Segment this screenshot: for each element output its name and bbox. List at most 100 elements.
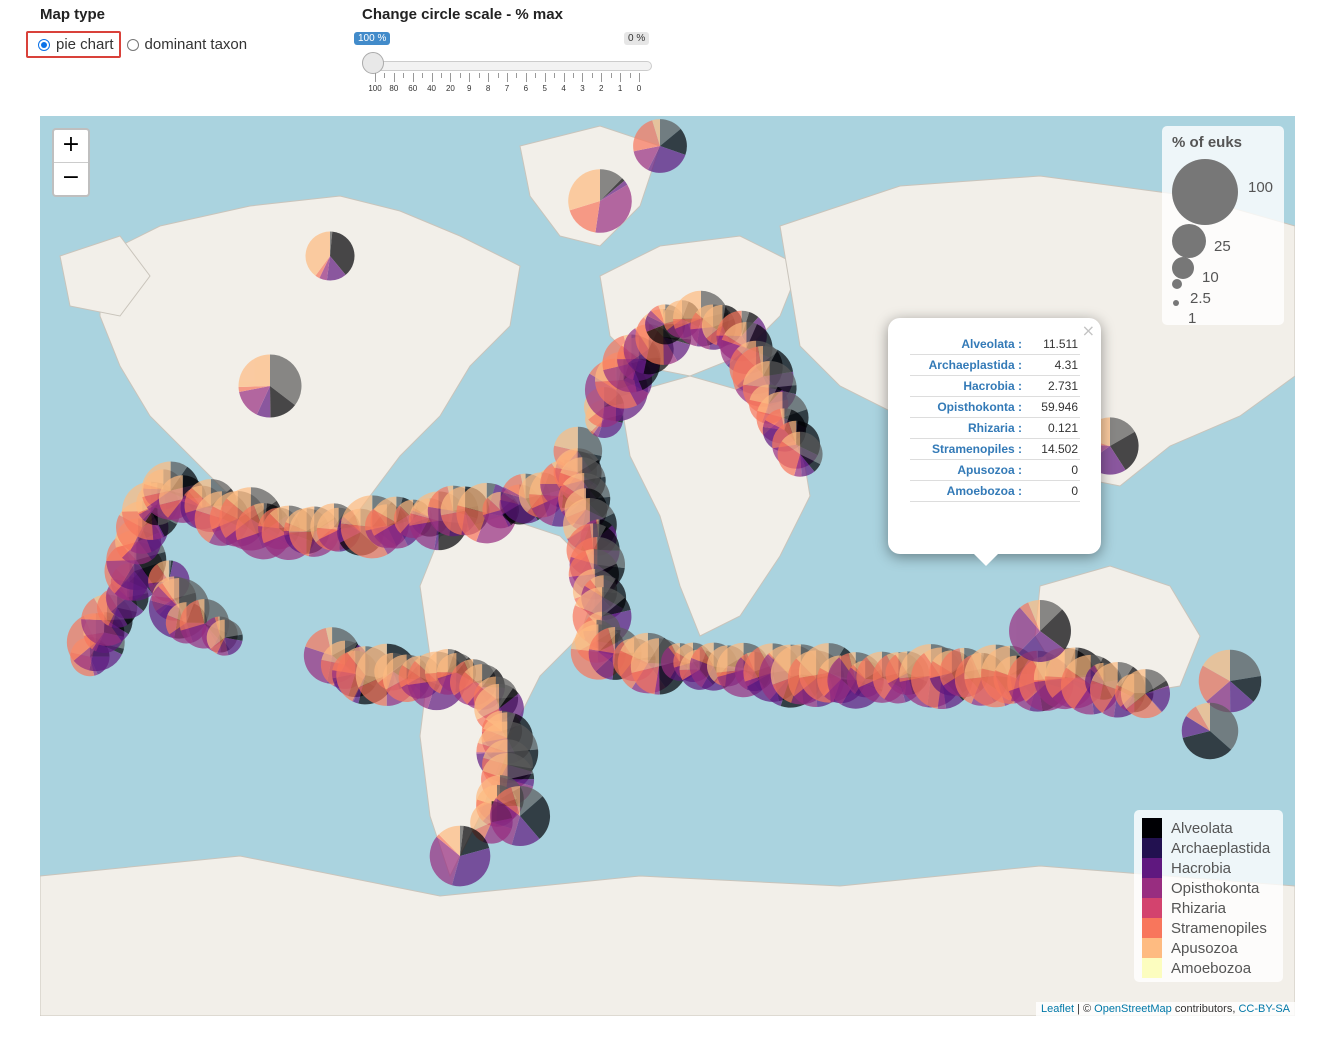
popup-row: Rhizaria :0.121 [910, 417, 1080, 439]
popup-table: Alveolata :11.511 Archaeplastida :4.31 H… [910, 334, 1080, 502]
legend-item: Stramenopiles [1142, 918, 1267, 938]
slider-tick-label: 5 [542, 84, 547, 93]
slider-tick-label: 8 [485, 84, 491, 93]
sample-pie-marker[interactable] [238, 354, 302, 418]
radio-dominant-taxon[interactable]: dominant taxon [126, 36, 248, 53]
map-canvas[interactable] [40, 116, 1295, 1016]
radio-pie-chart[interactable]: pie chart [26, 31, 121, 58]
slider-tick [412, 73, 414, 82]
map[interactable]: + − % of euks 100 25 10 2.5 1 × Alveolat… [40, 116, 1295, 1016]
legend-label: Hacrobia [1171, 859, 1232, 877]
slider-tick-label: 40 [427, 84, 437, 93]
legend-swatch [1142, 838, 1162, 858]
sample-pie-marker[interactable] [1181, 702, 1239, 760]
slider-tick-label: 60 [408, 84, 418, 93]
slider-value-tag: 100 % [354, 32, 391, 45]
popup-row: Archaeplastida :4.31 [910, 354, 1080, 376]
license-link[interactable]: CC-BY-SA [1238, 1003, 1290, 1015]
circle-scale-slider[interactable]: 100 % 0 % 100 80 60 40 20 9 8 7 6 5 4 3 2 1 0 [354, 30, 655, 100]
attribution-sep: | © [1074, 1003, 1095, 1015]
radio-dominant-taxon-label: dominant taxon [144, 36, 248, 53]
sample-pie-marker[interactable] [305, 231, 355, 281]
legend-label: Stramenopiles [1171, 919, 1267, 937]
slider-tick [563, 73, 565, 82]
pie-slice [224, 619, 243, 638]
popup-value: 4.31 [1024, 354, 1080, 376]
slider-tick-label: 100 [368, 84, 382, 93]
pie-slice [1230, 649, 1261, 681]
slider-tick-label: 7 [504, 84, 510, 93]
slider-tick [469, 73, 471, 82]
slider-tick [488, 73, 490, 82]
zoom-in-button[interactable]: + [54, 130, 88, 163]
popup-value: 0 [1024, 480, 1080, 502]
size-label-10: 10 [1202, 269, 1219, 286]
osm-link[interactable]: OpenStreetMap [1094, 1003, 1172, 1015]
radio-dominant-taxon-indicator[interactable] [126, 38, 139, 51]
size-label-100: 100 [1248, 179, 1274, 196]
size-legend: % of euks 100 25 10 2.5 1 [1162, 126, 1284, 327]
popup-row: Amoebozoa :0 [910, 480, 1080, 502]
legend-swatch [1142, 958, 1162, 978]
leaflet-link[interactable]: Leaflet [1041, 1003, 1074, 1015]
legend-item: Amoebozoa [1142, 958, 1251, 978]
legend-swatch [1142, 918, 1162, 938]
popup-key: Archaeplastida : [910, 354, 1024, 376]
slider-tick [403, 73, 405, 78]
legend-label: Apusozoa [1171, 939, 1238, 957]
popup-row: Hacrobia :2.731 [910, 375, 1080, 397]
sample-pie-marker[interactable] [1120, 669, 1170, 719]
sample-pie-marker[interactable] [568, 169, 632, 233]
sample-pie-marker[interactable] [633, 119, 687, 173]
popup-row: Stramenopiles :14.502 [910, 438, 1080, 460]
popup-close-button[interactable]: × [1082, 321, 1095, 340]
size-legend-title: % of euks [1172, 134, 1243, 151]
sample-popup: × Alveolata :11.511 Archaeplastida :4.31… [888, 318, 1101, 566]
slider-tick-label: 80 [389, 84, 399, 93]
popup-key: Apusozoa : [910, 459, 1024, 481]
popup-value: 2.731 [1024, 375, 1080, 397]
slider-tick [535, 73, 537, 78]
legend-label: Alveolata [1171, 819, 1233, 837]
slider-handle[interactable] [362, 52, 384, 74]
slider-tick [478, 73, 480, 78]
zoom-control: + − [52, 128, 90, 197]
slider-tick-label: 6 [523, 84, 529, 93]
size-dot-25 [1172, 224, 1206, 258]
legend-item: Hacrobia [1142, 858, 1231, 878]
circle-scale-label: Change circle scale - % max [362, 6, 563, 23]
slider-tick [573, 73, 574, 78]
slider-tick [610, 73, 612, 78]
sample-pie-marker[interactable] [1009, 600, 1071, 662]
popup-key: Rhizaria : [910, 417, 1024, 439]
size-label-25: 25 [1214, 238, 1231, 255]
popup-value: 14.502 [1024, 438, 1080, 460]
map-type-radio-group: pie chart dominant taxon [26, 31, 247, 58]
slider-tick [422, 73, 424, 78]
slider-tick-label: 3 [580, 84, 585, 93]
radio-pie-chart-indicator[interactable] [38, 38, 50, 51]
sample-pie-marker[interactable] [429, 825, 491, 887]
zoom-out-button[interactable]: − [54, 163, 88, 195]
legend-swatch [1142, 858, 1162, 878]
slider-tick [601, 73, 603, 82]
size-dot-2-5 [1172, 279, 1182, 289]
legend-item: Rhizaria [1142, 898, 1226, 918]
slider-tick [629, 73, 631, 78]
slider-tick [620, 73, 622, 82]
legend-item: Alveolata [1142, 818, 1233, 838]
popup-row: Alveolata :11.511 [910, 334, 1080, 355]
slider-tick [507, 73, 508, 82]
legend-label: Amoebozoa [1171, 959, 1252, 977]
size-dot-10 [1172, 257, 1194, 279]
slider-tick-label: 4 [561, 84, 566, 93]
slider-tick [554, 73, 556, 78]
slider-track[interactable] [372, 61, 652, 71]
sample-pie-marker[interactable] [206, 619, 243, 656]
legend-label: Archaeplastida [1171, 839, 1271, 857]
sample-pie-marker[interactable] [489, 785, 551, 847]
slider-tick [525, 73, 527, 82]
popup-key: Opisthokonta : [910, 396, 1024, 418]
sample-pie-marker[interactable] [777, 431, 823, 477]
slider-tick [431, 73, 433, 82]
